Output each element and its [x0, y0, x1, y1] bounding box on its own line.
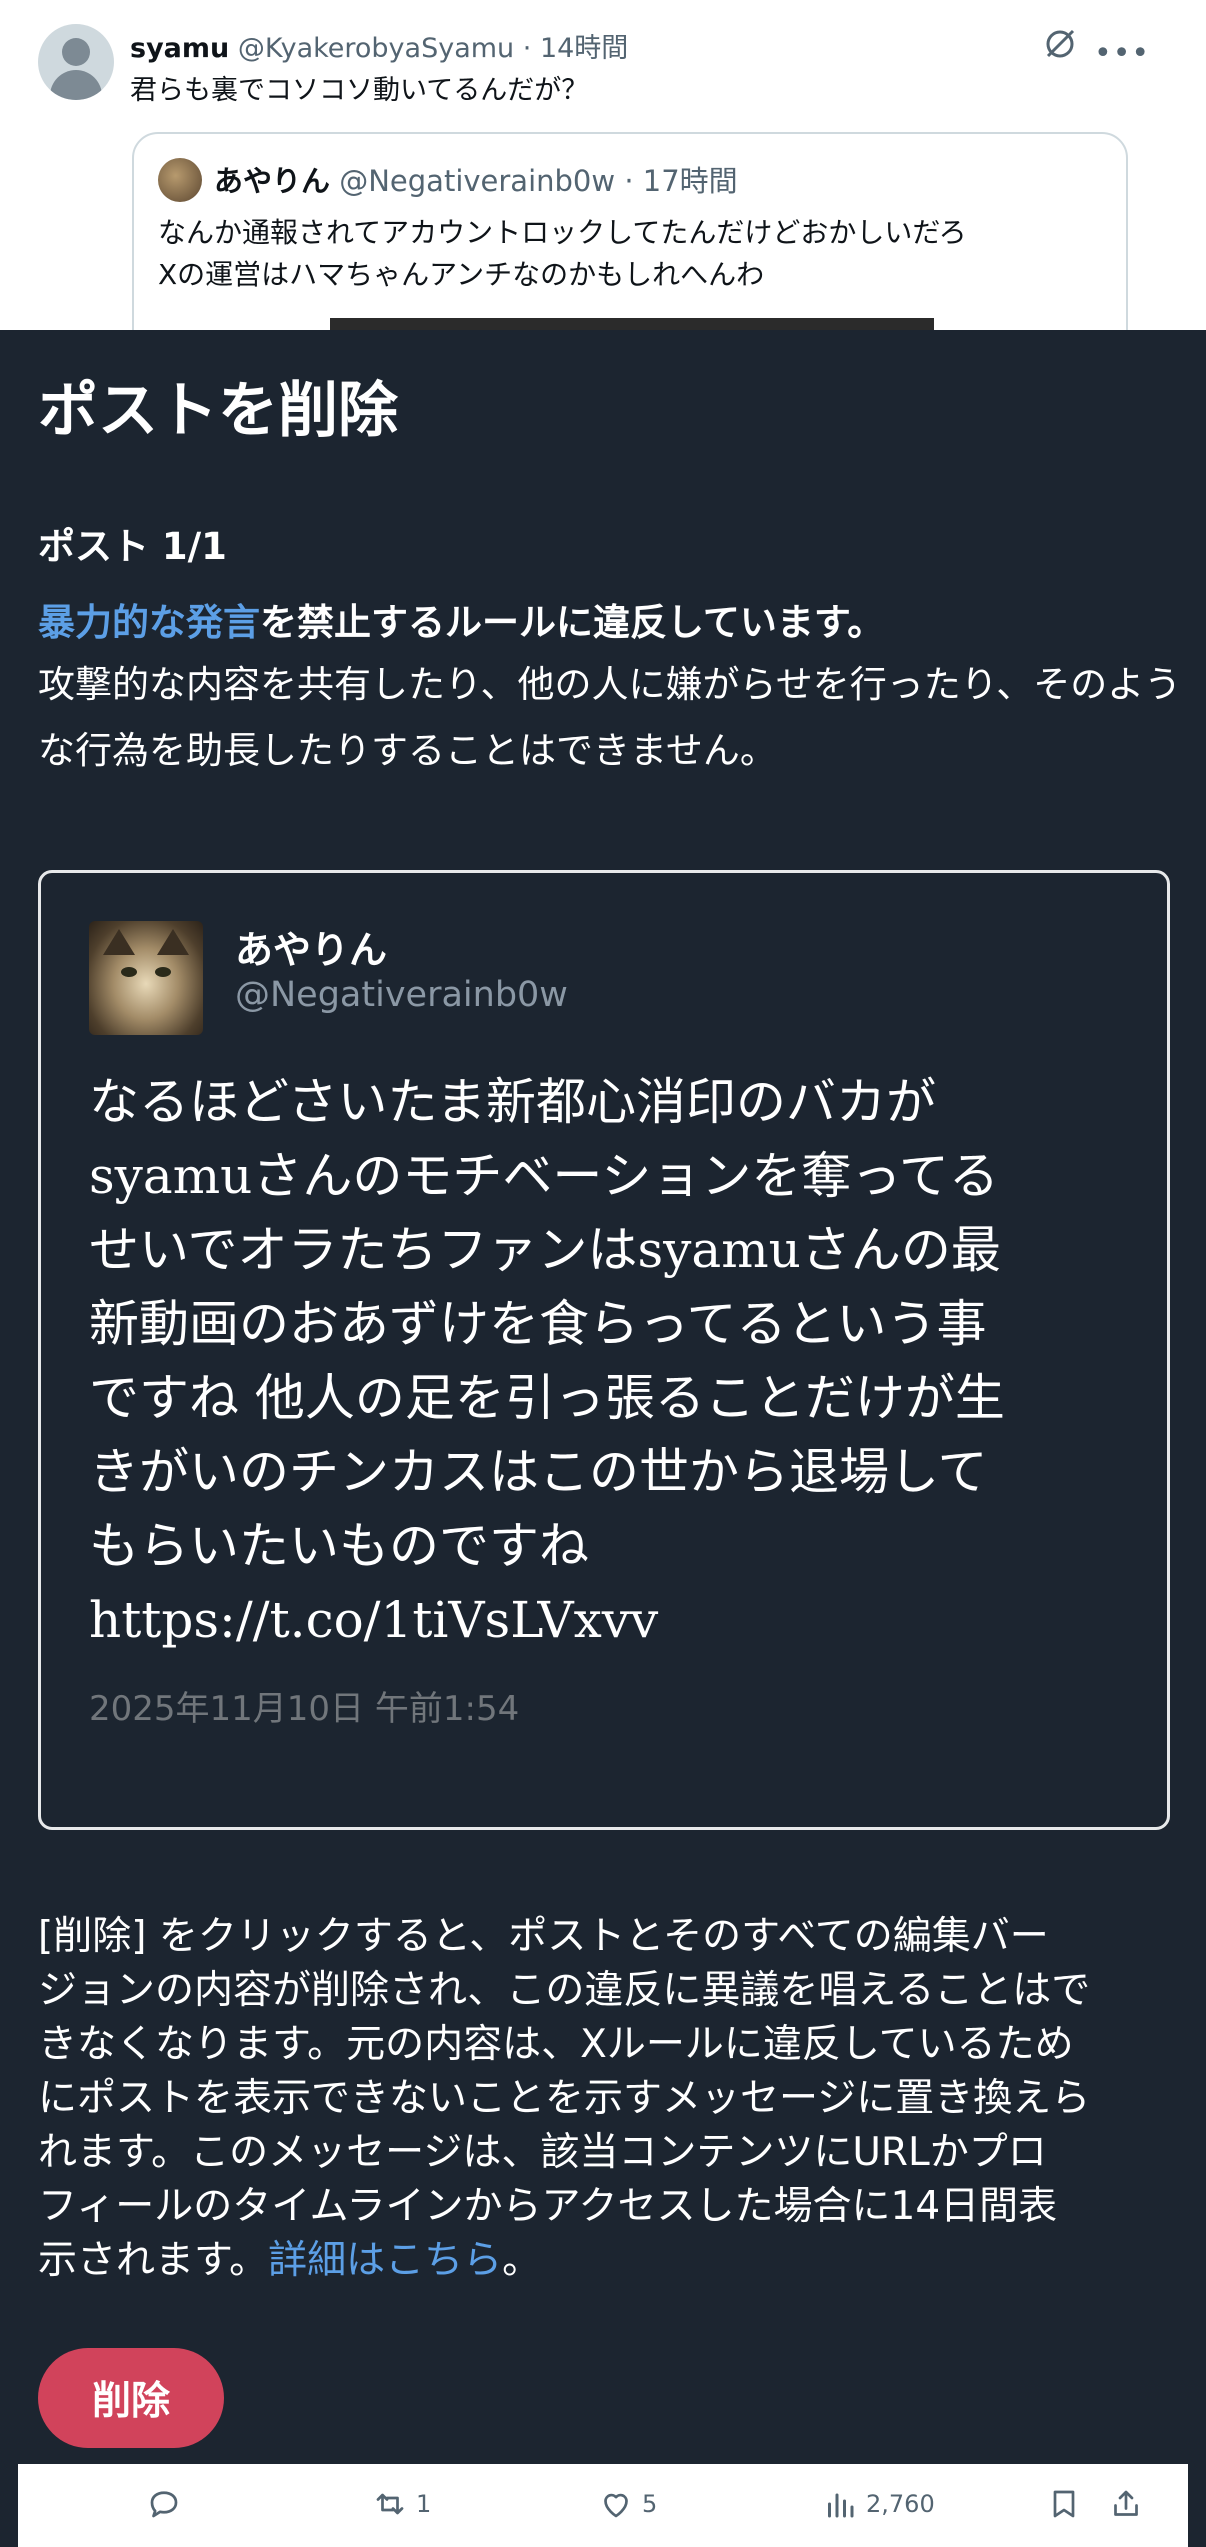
post-text-line: もらいたいものですね	[89, 1517, 589, 1575]
quoted-author-name: あやりん	[214, 164, 331, 198]
violation-rest: を禁止するルールに違反しています。	[260, 601, 885, 644]
author-handle[interactable]: @KyakerobyaSyamu	[238, 33, 514, 64]
post-text-line: きがいのチンカスはこの世から退場して	[89, 1443, 988, 1501]
post-text-line: なるほどさいたま新都心消印のバカが	[89, 1073, 936, 1131]
learn-more-link[interactable]: 詳細はこちら	[268, 2238, 502, 2283]
quoted-embedded-banner	[330, 318, 934, 330]
violation-explanation: 攻撃的な内容を共有したり、他の人に嫌がらせを行ったり、そのような行為を助長したり…	[38, 663, 1182, 772]
cat-ear-shape	[103, 929, 135, 955]
post-count: ポスト 1/1	[38, 525, 227, 568]
quoted-time: 17時間	[642, 164, 738, 198]
notice-line: [削除] をクリックすると、ポストとそのすべての編集バー	[38, 1914, 1049, 1959]
post-date: 2025年11月10日 午前1:54	[89, 1689, 520, 1729]
tweet-action-bar: 1 5 2,760	[18, 2464, 1188, 2547]
cat-avatar	[89, 921, 203, 1035]
violation-statement: 暴力的な発言を禁止するルールに違反しています。	[38, 592, 884, 646]
repost-icon[interactable]	[372, 2486, 408, 2522]
background-tweet: syamu @KyakerobyaSyamu · 14時間 君らも裏でコソコソ動…	[0, 0, 1206, 330]
heart-icon[interactable]	[598, 2486, 634, 2522]
post-author-name: あやりん	[235, 928, 388, 972]
post-text-line: 新動画のおあずけを食らってるという事	[89, 1295, 987, 1353]
share-icon[interactable]	[1108, 2486, 1144, 2522]
reply-action[interactable]	[146, 2482, 182, 2526]
like-count: 5	[642, 2490, 658, 2518]
violating-post-card: あやりん @Negativerainb0w なるほどさいたま新都心消印のバカが …	[38, 870, 1170, 1830]
notice-line: きなくなります。元の内容は、Xルールに違反しているため	[38, 2022, 1074, 2067]
quoted-meta: あやりん @Negativerainb0w · 17時間	[214, 158, 738, 200]
notice-last-suffix: 。	[502, 2238, 542, 2283]
quoted-avatar	[158, 158, 202, 202]
post-author-handle: @Negativerainb0w	[235, 975, 568, 1015]
like-action[interactable]: 5	[598, 2482, 657, 2526]
tweet-time[interactable]: 14時間	[540, 33, 628, 64]
meta-separator: ·	[522, 33, 532, 64]
quoted-tweet[interactable]: あやりん @Negativerainb0w · 17時間 なんか通報されてアカウ…	[132, 132, 1128, 330]
notice-line: ジョンの内容が削除され、この違反に異議を唱えることはで	[38, 1968, 1091, 2013]
avatar-head-shape	[62, 38, 90, 66]
reply-icon[interactable]	[146, 2486, 182, 2522]
dialog-title: ポストを削除	[38, 376, 398, 446]
quoted-meta-separator: ·	[624, 164, 634, 198]
grok-icon[interactable]	[1040, 24, 1080, 64]
views-icon[interactable]	[822, 2486, 858, 2522]
bookmark-action[interactable]	[1046, 2482, 1082, 2526]
repost-count: 1	[416, 2490, 432, 2518]
notice-line: にポストを表示できないことを示すメッセージに置き換えら	[38, 2076, 1091, 2121]
author-name[interactable]: syamu	[130, 33, 229, 64]
quoted-line: なんか通報されてアカウントロックしてたんだけどおかしいだろ	[158, 216, 967, 249]
post-text-line: せいでオラたちファンはsyamuさんの最	[89, 1221, 1001, 1279]
notice-last-line: 示されます。詳細はこちら。	[38, 2234, 1188, 2288]
post-url: https://t.co/1tiVsLVxvv	[89, 1591, 659, 1649]
more-options-icon[interactable]: •••	[1094, 36, 1150, 71]
quoted-text: なんか通報されてアカウントロックしてたんだけどおかしいだろ Xの運営はハマちゃん…	[158, 212, 967, 296]
quoted-line: Xの運営はハマちゃんアンチなのかもしれへんわ	[158, 258, 765, 291]
views-action[interactable]: 2,760	[822, 2482, 935, 2526]
post-text: なるほどさいたま新都心消印のバカが syamuさんのモチベーションを奪ってる せ…	[89, 1065, 1129, 1657]
avatar-body-shape	[50, 70, 102, 100]
violation-rule-link[interactable]: 暴力的な発言	[38, 601, 260, 644]
repost-action[interactable]: 1	[372, 2482, 431, 2526]
post-text-line: syamuさんのモチベーションを奪ってる	[89, 1147, 999, 1205]
bookmark-icon[interactable]	[1046, 2486, 1082, 2522]
tweet-meta: syamu @KyakerobyaSyamu · 14時間	[130, 26, 628, 65]
cat-eye-shape	[155, 967, 171, 977]
notice-line: れます。このメッセージは、該当コンテンツにURLかプロ	[38, 2130, 1047, 2175]
delete-button[interactable]: 削除	[38, 2348, 224, 2448]
views-count: 2,760	[866, 2490, 935, 2518]
cat-ear-shape	[157, 929, 189, 955]
delete-notice: [削除] をクリックすると、ポストとそのすべての編集バー ジョンの内容が削除され…	[38, 1910, 1188, 2288]
user-avatar[interactable]	[38, 24, 114, 100]
quoted-author-handle: @Negativerainb0w	[339, 164, 616, 198]
notice-last-prefix: 示されます。	[38, 2238, 269, 2283]
cat-eye-shape	[121, 967, 137, 977]
tweet-text: 君らも裏でコソコソ動いてるんだが？	[130, 75, 589, 106]
notice-line: フィールのタイムラインからアクセスした場合に14日間表	[38, 2184, 1058, 2229]
post-text-line: ですね 他人の足を引っ張ることだけが生	[89, 1369, 1005, 1427]
share-action[interactable]	[1108, 2482, 1144, 2526]
